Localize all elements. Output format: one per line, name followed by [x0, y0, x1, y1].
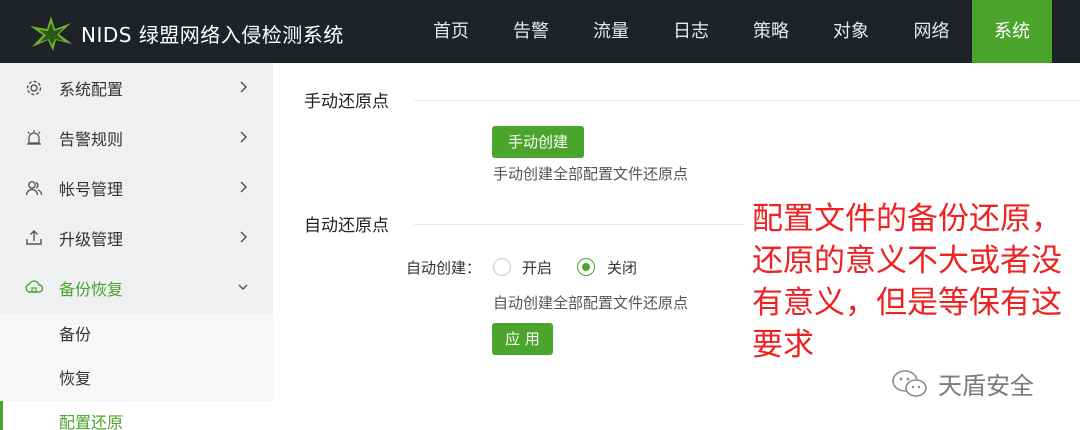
sidebar-item-label: 备份恢复 — [59, 280, 124, 299]
sidebar-item-label: 系统配置 — [59, 80, 124, 99]
radio-disable[interactable] — [577, 258, 595, 276]
section-divider — [414, 224, 744, 225]
app-title: NIDS 绿盟网络入侵检测系统 — [81, 23, 344, 47]
chevron-down-icon — [238, 284, 248, 291]
sidebar-item-accounts[interactable]: 帐号管理 — [0, 163, 273, 213]
backup-icon — [25, 279, 43, 297]
users-icon — [25, 179, 43, 197]
apply-button[interactable]: 应 用 — [492, 323, 553, 355]
main-nav: 首页 告警 流量 日志 策略 对象 网络 系统 — [411, 0, 1052, 63]
watermark: 天盾安全 — [890, 366, 1034, 401]
alarm-icon — [25, 129, 43, 147]
manual-hint: 手动创建全部配置文件还原点 — [493, 165, 689, 183]
radio-enable[interactable] — [493, 258, 511, 276]
manual-section-title: 手动还原点 — [304, 92, 389, 112]
logo-icon — [30, 16, 72, 51]
wechat-icon — [892, 369, 927, 397]
sidebar: 系统配置 告警规则 帐号管理 升级管理 备份恢复 备份 恢复 配置还原 — [0, 63, 273, 430]
nav-home[interactable]: 首页 — [411, 0, 491, 63]
gear-icon — [25, 79, 43, 97]
radio-disable-label[interactable]: 关闭 — [607, 257, 637, 278]
section-divider — [414, 100, 1080, 101]
auto-hint: 自动创建全部配置文件还原点 — [493, 294, 689, 312]
sidebar-item-label: 帐号管理 — [59, 180, 124, 199]
sidebar-item-backup-restore[interactable]: 备份恢复 — [0, 263, 273, 313]
sidebar-item-upgrade[interactable]: 升级管理 — [0, 213, 273, 263]
nav-logs[interactable]: 日志 — [651, 0, 731, 63]
nav-alerts[interactable]: 告警 — [491, 0, 571, 63]
sidebar-item-alert-rules[interactable]: 告警规则 — [0, 113, 273, 163]
auto-section-title: 自动还原点 — [304, 216, 389, 236]
sidebar-item-label: 升级管理 — [59, 230, 124, 249]
nav-network[interactable]: 网络 — [891, 0, 972, 63]
upgrade-icon — [25, 229, 43, 247]
nav-traffic[interactable]: 流量 — [571, 0, 651, 63]
manual-create-button[interactable]: 手动创建 — [492, 126, 584, 158]
sidebar-subitem-restore[interactable]: 恢复 — [0, 357, 273, 401]
sidebar-subitem-config-restore[interactable]: 配置还原 — [0, 401, 273, 430]
radio-enable-label[interactable]: 开启 — [522, 257, 552, 278]
chevron-right-icon — [240, 181, 248, 193]
chevron-right-icon — [240, 131, 248, 143]
nav-objects[interactable]: 对象 — [811, 0, 891, 63]
top-bar: NIDS 绿盟网络入侵检测系统 首页 告警 流量 日志 策略 对象 网络 系统 — [0, 0, 1080, 63]
sidebar-submenu: 备份 恢复 配置还原 — [0, 313, 273, 430]
auto-create-label: 自动创建： — [406, 259, 482, 277]
watermark-text: 天盾安全 — [938, 372, 1034, 400]
chevron-right-icon — [240, 231, 248, 243]
sidebar-item-system-config[interactable]: 系统配置 — [0, 63, 273, 113]
nav-policy[interactable]: 策略 — [731, 0, 811, 63]
sidebar-menu: 系统配置 告警规则 帐号管理 升级管理 备份恢复 — [0, 63, 273, 313]
annotation-text: 配置文件的备份还原，还原的意义不大或者没有意义，但是等保有这要求 — [752, 201, 1062, 363]
sidebar-item-label: 告警规则 — [59, 130, 124, 149]
sidebar-subitem-backup[interactable]: 备份 — [0, 313, 273, 357]
chevron-right-icon — [240, 81, 248, 93]
nav-system[interactable]: 系统 — [972, 0, 1052, 63]
